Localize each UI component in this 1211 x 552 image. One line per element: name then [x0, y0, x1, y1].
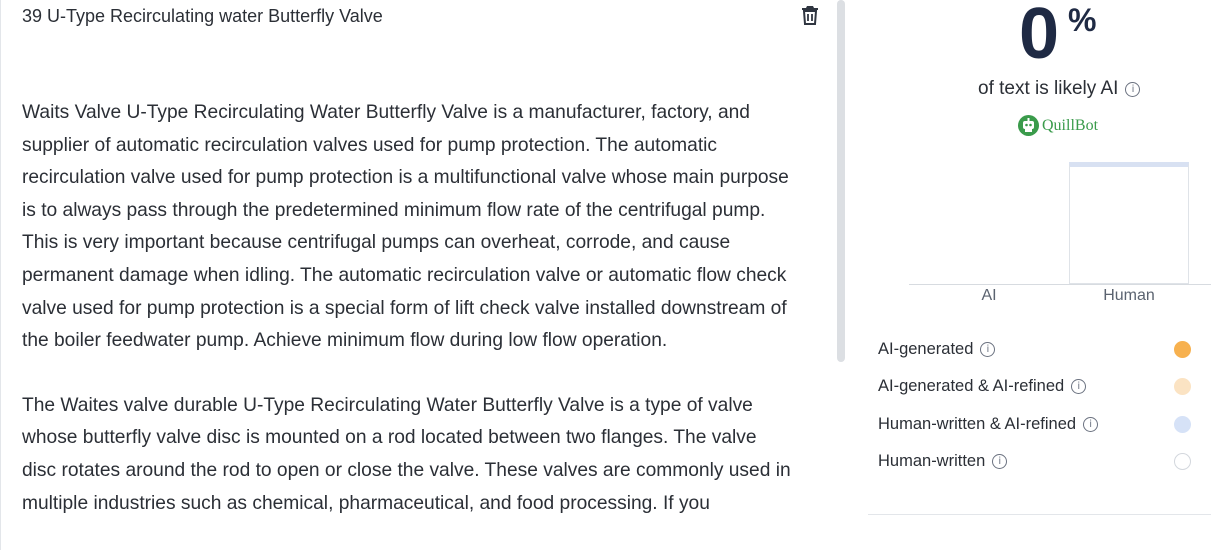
- results-panel: 0 % of text is likely AI i QuillBot AI H…: [849, 0, 1211, 550]
- info-icon[interactable]: i: [1125, 81, 1141, 97]
- document-title: 39 U-Type Recirculating water Butterfly …: [22, 6, 383, 26]
- legend: AI-generated i AI-generated & AI-refined…: [878, 331, 1211, 480]
- legend-item-ai-generated-ai-refined: AI-generated & AI-refined i: [878, 368, 1211, 405]
- score-unit: %: [1068, 2, 1097, 38]
- score-value: 0: [1019, 0, 1059, 74]
- info-icon[interactable]: i: [992, 454, 1008, 470]
- bar-human: [1069, 162, 1189, 284]
- brand-name: QuillBot: [1042, 116, 1099, 134]
- legend-label: Human-written & AI-refined: [878, 414, 1077, 433]
- brand-logo: QuillBot: [1018, 115, 1098, 136]
- trash-icon[interactable]: [798, 3, 822, 27]
- score-caption: of text is likely AI i: [978, 78, 1141, 100]
- info-icon[interactable]: i: [1083, 416, 1099, 432]
- legend-color-dot: [1174, 452, 1191, 470]
- info-icon[interactable]: i: [1071, 379, 1087, 395]
- score-caption-text: of text is likely AI: [978, 78, 1119, 99]
- legend-item-human-written: Human-written i: [878, 443, 1211, 480]
- ai-human-chart: AI Human: [909, 160, 1211, 310]
- ai-score: 0 %: [849, 0, 1211, 74]
- quillbot-logo-icon: [1018, 115, 1039, 136]
- legend-label: AI-generated & AI-refined: [878, 377, 1065, 396]
- legend-color-dot: [1174, 378, 1191, 396]
- divider: [868, 514, 1211, 515]
- paragraph: The Waites valve durable U-Type Recircul…: [22, 394, 791, 514]
- chart-baseline: [909, 284, 1211, 285]
- editor-scrollbar[interactable]: [836, 0, 846, 550]
- document-editor[interactable]: 39 U-Type Recirculating water Butterfly …: [0, 0, 850, 550]
- x-label-human: Human: [1103, 287, 1155, 304]
- legend-color-dot: [1174, 341, 1191, 358]
- legend-label: AI-generated: [878, 340, 974, 359]
- x-label-ai: AI: [981, 287, 997, 304]
- document-body[interactable]: Waits Valve U-Type Recirculating Water B…: [22, 97, 792, 552]
- info-icon[interactable]: i: [980, 342, 996, 358]
- legend-item-ai-generated: AI-generated i: [878, 331, 1211, 368]
- scrollbar-thumb[interactable]: [837, 0, 845, 362]
- legend-label: Human-written: [878, 452, 986, 471]
- paragraph: Waits Valve U-Type Recirculating Water B…: [22, 102, 789, 352]
- legend-item-human-written-ai-refined: Human-written & AI-refined i: [878, 406, 1211, 443]
- legend-color-dot: [1174, 415, 1191, 433]
